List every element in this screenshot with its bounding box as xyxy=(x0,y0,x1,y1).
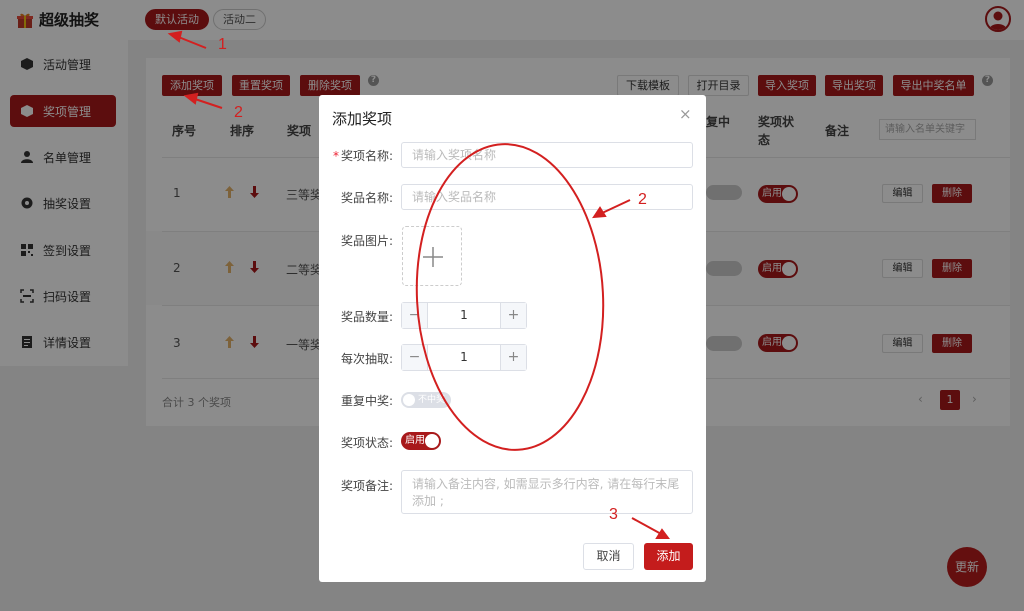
cancel-button[interactable]: 取消 xyxy=(583,543,634,570)
annotation-number: 1 xyxy=(218,36,227,53)
quantity-stepper: − 1 + xyxy=(401,302,527,329)
per-draw-label: 每次抽取: xyxy=(341,352,394,366)
annotation-number: 3 xyxy=(609,506,618,523)
item-name-label: 奖品名称: xyxy=(341,191,394,205)
required-mark: * xyxy=(333,149,339,163)
note-textarea[interactable]: 请输入备注内容, 如需显示多行内容, 请在每行末尾添加 ; xyxy=(401,470,693,514)
prize-name-input[interactable]: 请输入奖项名称 xyxy=(401,142,693,168)
switch-text: 不中奖 xyxy=(417,395,445,405)
item-name-input[interactable]: 请输入奖品名称 xyxy=(401,184,693,210)
status-switch[interactable]: 启用 xyxy=(401,432,441,450)
annotation-number: 2 xyxy=(234,104,243,121)
image-uploader[interactable] xyxy=(402,226,462,286)
repeat-win-switch[interactable]: 不中奖 xyxy=(401,392,451,408)
dialog-title: 添加奖项 xyxy=(332,110,393,128)
annotation-number: 2 xyxy=(638,191,647,208)
plus-icon xyxy=(423,247,443,267)
decrement-button[interactable]: − xyxy=(402,303,428,328)
increment-button[interactable]: + xyxy=(500,303,526,328)
switch-text: 启用 xyxy=(405,435,425,446)
quantity-value[interactable]: 1 xyxy=(428,303,500,328)
status-label: 奖项状态: xyxy=(341,436,394,450)
prize-name-label: * 奖项名称: xyxy=(333,149,394,163)
image-label: 奖品图片: xyxy=(341,234,394,248)
increment-button[interactable]: + xyxy=(500,345,526,370)
add-button[interactable]: 添加 xyxy=(644,543,693,570)
close-icon[interactable]: × xyxy=(679,105,692,123)
repeat-win-label: 重复中奖: xyxy=(341,394,394,408)
decrement-button[interactable]: − xyxy=(402,345,428,370)
per-draw-stepper: − 1 + xyxy=(401,344,527,371)
add-prize-dialog: 添加奖项 × * 奖项名称: 请输入奖项名称 奖品名称: 请输入奖品名称 奖品图片… xyxy=(319,95,706,582)
quantity-label: 奖品数量: xyxy=(341,310,394,324)
note-label: 奖项备注: xyxy=(341,479,394,493)
per-draw-value[interactable]: 1 xyxy=(428,345,500,370)
